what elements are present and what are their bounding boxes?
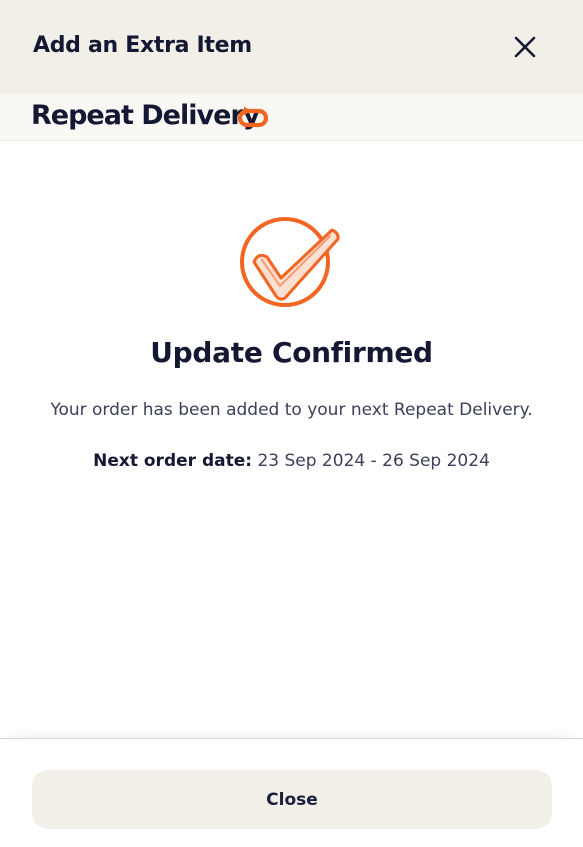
confirmation-dialog: Add an Extra Item Repeat Delivery Update… xyxy=(0,0,583,847)
next-order-date: Next order date: 23 Sep 2024 - 26 Sep 20… xyxy=(0,451,583,471)
repeat-delivery-title: Repeat Delivery xyxy=(31,100,260,131)
next-order-date-label: Next order date: xyxy=(93,451,253,471)
confirmation-message: Your order has been added to your next R… xyxy=(50,400,533,420)
dialog-header: Add an Extra Item xyxy=(0,0,583,94)
repeat-icon xyxy=(236,105,272,129)
close-button[interactable]: Close xyxy=(32,770,552,829)
next-order-date-value: 23 Sep 2024 - 26 Sep 2024 xyxy=(257,451,490,471)
dialog-title: Add an Extra Item xyxy=(33,33,252,58)
repeat-delivery-banner: Repeat Delivery xyxy=(0,94,583,141)
dialog-footer: Close xyxy=(0,738,583,847)
confirmation-title: Update Confirmed xyxy=(150,336,433,369)
close-icon[interactable] xyxy=(508,30,542,64)
check-circle-icon xyxy=(238,214,346,310)
